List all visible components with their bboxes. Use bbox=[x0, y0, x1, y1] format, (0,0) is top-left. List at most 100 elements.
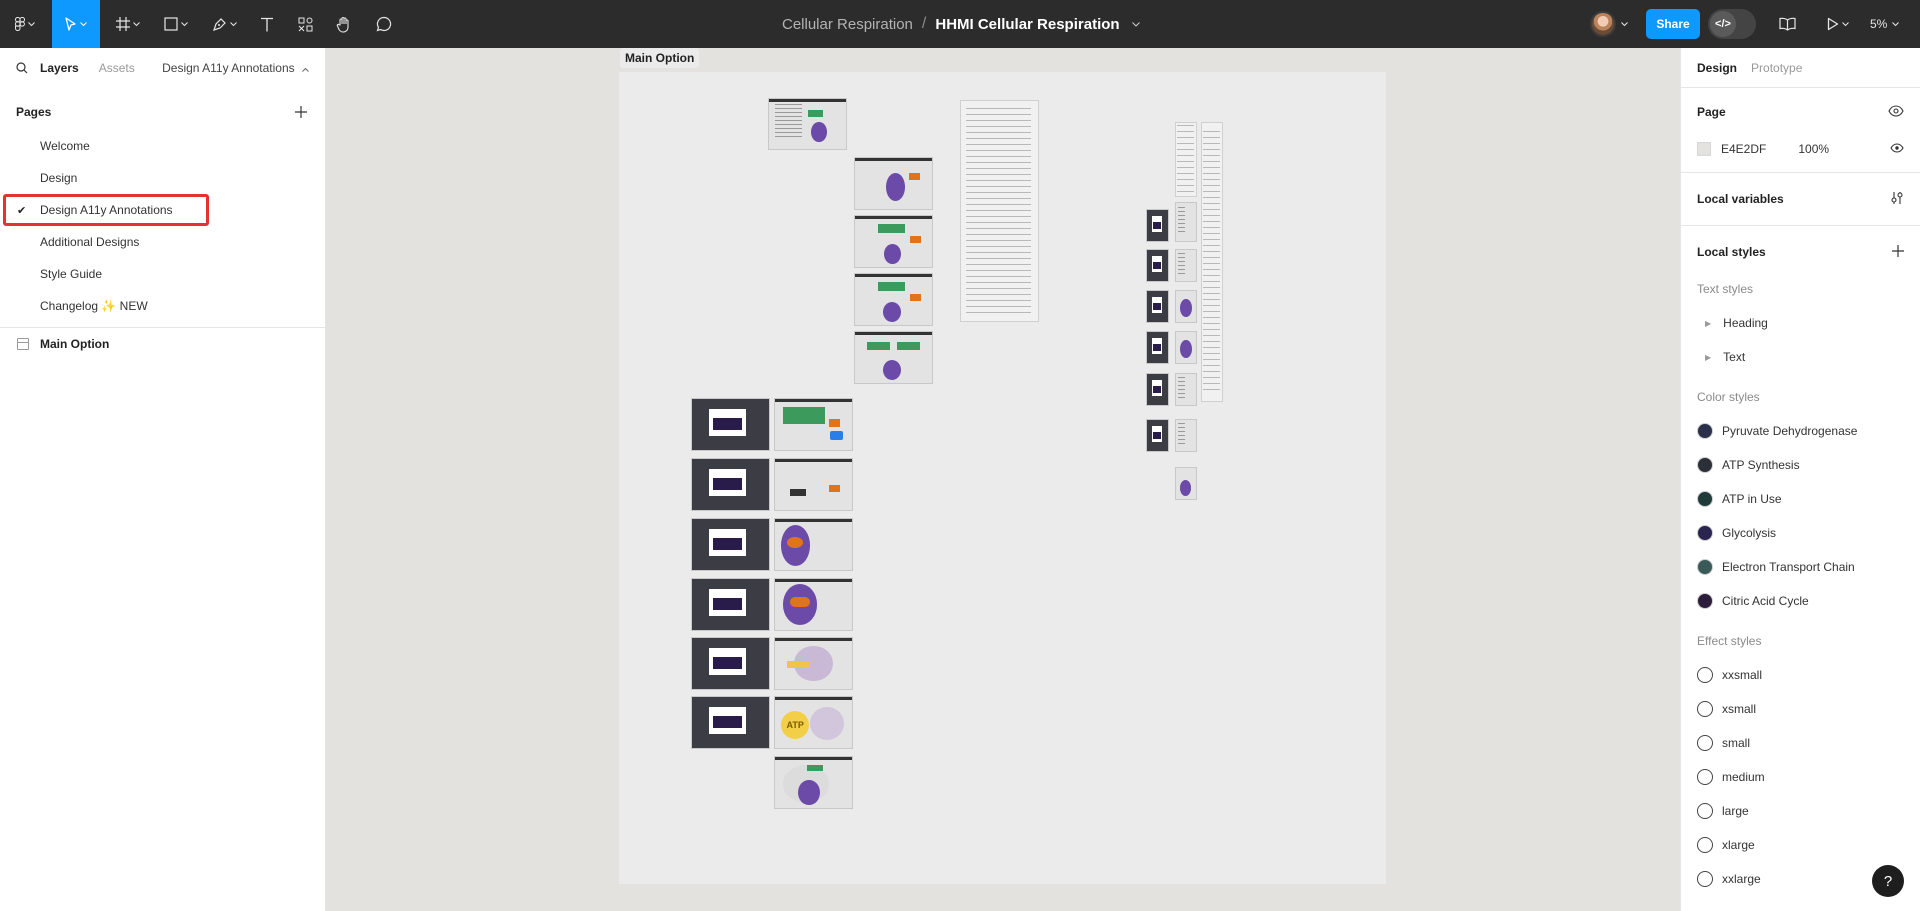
frame-thumbnail[interactable] bbox=[1175, 467, 1197, 500]
page-item-design-a11y-annotations[interactable]: ✔ Design A11y Annotations bbox=[3, 194, 209, 226]
design-canvas[interactable]: Main Option ATP bbox=[326, 48, 1680, 911]
main-option-frame[interactable]: ATP bbox=[619, 72, 1386, 884]
comment-tool-button[interactable] bbox=[370, 0, 398, 48]
tab-layers[interactable]: Layers bbox=[40, 61, 79, 75]
shape-tool-button[interactable] bbox=[158, 0, 194, 48]
frame-thumbnail[interactable] bbox=[1146, 373, 1169, 406]
multiplayer-avatars[interactable] bbox=[1590, 10, 1628, 38]
page-item-additional-designs[interactable]: Additional Designs bbox=[0, 226, 325, 258]
frame-thumbnail[interactable] bbox=[691, 398, 770, 451]
frame-thumbnail[interactable] bbox=[854, 273, 933, 326]
frame-thumbnail[interactable] bbox=[854, 331, 933, 384]
move-tool-button[interactable] bbox=[52, 0, 100, 48]
caret-right-icon[interactable]: ▶ bbox=[1705, 319, 1711, 328]
search-icon[interactable] bbox=[16, 62, 28, 74]
main-menu-button[interactable] bbox=[8, 0, 42, 48]
pen-tool-button[interactable] bbox=[206, 0, 242, 48]
frame-thumbnail[interactable] bbox=[768, 98, 847, 150]
color-style-atp-synthesis[interactable]: ATP Synthesis bbox=[1697, 448, 1904, 482]
page-settings-button[interactable] bbox=[1888, 104, 1904, 120]
page-item-label: Additional Designs bbox=[40, 235, 140, 249]
annotation-frame[interactable] bbox=[1201, 122, 1223, 402]
frame-thumbnail[interactable] bbox=[774, 398, 853, 451]
library-button[interactable] bbox=[1772, 0, 1802, 48]
effect-style-small[interactable]: small bbox=[1697, 726, 1904, 760]
text-style-text[interactable]: ▶ Text bbox=[1697, 340, 1904, 374]
frame-thumbnail[interactable] bbox=[854, 157, 933, 210]
frame-thumbnail[interactable] bbox=[774, 637, 853, 690]
frame-name-label[interactable]: Main Option bbox=[620, 48, 700, 68]
style-name: small bbox=[1722, 736, 1751, 750]
color-style-atp-in-use[interactable]: ATP in Use bbox=[1697, 482, 1904, 516]
effect-style-xsmall[interactable]: xsmall bbox=[1697, 692, 1904, 726]
page-background-color[interactable]: E4E2DF 100% bbox=[1697, 132, 1904, 166]
share-button[interactable]: Share bbox=[1646, 9, 1700, 39]
frame-thumbnail[interactable] bbox=[1175, 419, 1197, 452]
frame-thumbnail[interactable] bbox=[1175, 290, 1197, 323]
color-style-citric-acid-cycle[interactable]: Citric Acid Cycle bbox=[1697, 584, 1904, 618]
frame-thumbnail[interactable] bbox=[691, 458, 770, 511]
visibility-eye-icon[interactable] bbox=[1890, 142, 1904, 156]
frame-thumbnail[interactable] bbox=[774, 578, 853, 631]
add-page-button[interactable] bbox=[295, 102, 307, 123]
page-item-welcome[interactable]: Welcome bbox=[0, 130, 325, 162]
layer-item-main-option[interactable]: Main Option bbox=[0, 328, 325, 360]
frame-thumbnail[interactable] bbox=[854, 215, 933, 268]
frame-tool-button[interactable] bbox=[110, 0, 146, 48]
resources-tool-button[interactable] bbox=[292, 0, 318, 48]
current-page-selector[interactable]: Design A11y Annotations bbox=[162, 61, 309, 75]
color-style-glycolysis[interactable]: Glycolysis bbox=[1697, 516, 1904, 550]
avatar[interactable] bbox=[1590, 11, 1616, 37]
documentation-frame[interactable] bbox=[960, 100, 1039, 322]
frame-thumbnail[interactable] bbox=[1146, 249, 1169, 282]
tab-prototype[interactable]: Prototype bbox=[1751, 61, 1802, 75]
variables-sliders-icon[interactable] bbox=[1890, 191, 1904, 208]
frame-thumbnail[interactable] bbox=[1175, 331, 1197, 364]
color-swatch[interactable] bbox=[1697, 142, 1711, 156]
play-icon bbox=[1827, 17, 1839, 31]
add-style-button[interactable] bbox=[1892, 244, 1904, 260]
caret-right-icon[interactable]: ▶ bbox=[1705, 353, 1711, 362]
hand-tool-button[interactable] bbox=[330, 0, 358, 48]
present-button[interactable] bbox=[1818, 0, 1858, 48]
frame-thumbnail[interactable]: ATP bbox=[774, 696, 853, 749]
page-opacity[interactable]: 100% bbox=[1798, 142, 1829, 156]
local-variables-header[interactable]: Local variables bbox=[1697, 179, 1904, 219]
frame-thumbnail[interactable] bbox=[1175, 373, 1197, 406]
frame-thumbnail[interactable] bbox=[691, 637, 770, 690]
frame-thumbnail[interactable] bbox=[774, 518, 853, 571]
frame-thumbnail[interactable] bbox=[691, 578, 770, 631]
frame-thumbnail[interactable] bbox=[1175, 249, 1197, 282]
page-item-label: Style Guide bbox=[40, 267, 103, 281]
zoom-dropdown[interactable]: 5% bbox=[1870, 0, 1900, 48]
frame-thumbnail[interactable] bbox=[691, 518, 770, 571]
tab-design[interactable]: Design bbox=[1697, 61, 1737, 75]
frame-thumbnail[interactable] bbox=[691, 696, 770, 749]
page-item-design[interactable]: Design bbox=[0, 162, 325, 194]
effect-style-xlarge[interactable]: xlarge bbox=[1697, 828, 1904, 862]
page-color-hex[interactable]: E4E2DF bbox=[1721, 142, 1766, 156]
frame-thumbnail[interactable] bbox=[1146, 331, 1169, 364]
frame-thumbnail[interactable] bbox=[1146, 209, 1169, 242]
text-tool-button[interactable] bbox=[252, 0, 282, 48]
effect-style-xxsmall[interactable]: xxsmall bbox=[1697, 658, 1904, 692]
color-style-electron-transport-chain[interactable]: Electron Transport Chain bbox=[1697, 550, 1904, 584]
file-name[interactable]: HHMI Cellular Respiration bbox=[935, 16, 1119, 33]
frame-thumbnail[interactable] bbox=[774, 458, 853, 511]
annotation-frame[interactable] bbox=[1175, 122, 1197, 197]
effect-style-medium[interactable]: medium bbox=[1697, 760, 1904, 794]
page-item-style-guide[interactable]: Style Guide bbox=[0, 258, 325, 290]
tab-assets[interactable]: Assets bbox=[99, 61, 135, 75]
frame-thumbnail[interactable] bbox=[1175, 202, 1197, 242]
dev-mode-toggle[interactable]: </> bbox=[1708, 9, 1756, 39]
text-style-heading[interactable]: ▶ Heading bbox=[1697, 306, 1904, 340]
help-button[interactable]: ? bbox=[1872, 865, 1904, 897]
chevron-down-icon[interactable] bbox=[1131, 21, 1140, 27]
color-style-pyruvate-dehydrogenase[interactable]: Pyruvate Dehydrogenase bbox=[1697, 414, 1904, 448]
frame-thumbnail[interactable] bbox=[774, 756, 853, 809]
effect-style-large[interactable]: large bbox=[1697, 794, 1904, 828]
page-item-changelog[interactable]: Changelog ✨ NEW bbox=[0, 290, 325, 322]
frame-thumbnail[interactable] bbox=[1146, 290, 1169, 323]
frame-thumbnail[interactable] bbox=[1146, 419, 1169, 452]
project-name[interactable]: Cellular Respiration bbox=[782, 16, 913, 33]
